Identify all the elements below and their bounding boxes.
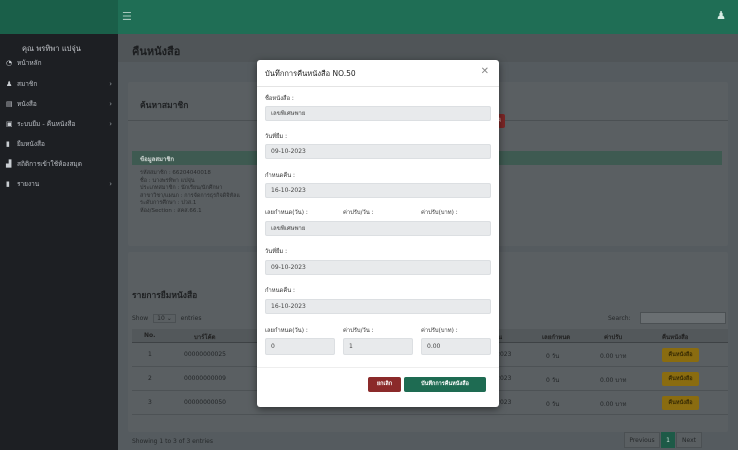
- due-date-field[interactable]: 16-10-2023: [265, 299, 491, 314]
- days-late-label: เลยกำหนด(วัน) :: [265, 210, 308, 216]
- book-name-label: ชื่อหนังสือ :: [265, 96, 294, 102]
- fine-per-day-label: ค่าปรับ/วัน :: [343, 210, 374, 216]
- fine-total-label: ค่าปรับ(บาท) :: [421, 328, 458, 334]
- modal-title: บันทึกการคืนหนังสือ NO.50: [265, 69, 356, 78]
- save-return-button[interactable]: บันทึกการคืนหนังสือ: [404, 377, 486, 392]
- borrow-date-field[interactable]: 09-10-2023: [265, 144, 491, 159]
- cancel-button[interactable]: ยกเลิก: [368, 377, 401, 392]
- due-date-field[interactable]: 16-10-2023: [265, 183, 491, 198]
- fine-total-field[interactable]: 0.00: [421, 338, 491, 355]
- divider: [257, 86, 499, 87]
- due-date-label: กำหนดคืน :: [265, 173, 295, 179]
- fine-per-day-label: ค่าปรับ/วัน :: [343, 328, 374, 334]
- due-date-label: กำหนดคืน :: [265, 288, 295, 294]
- borrow-date-label: วันที่ยืม :: [265, 249, 288, 255]
- fine-total-label: ค่าปรับ(บาท) :: [421, 210, 458, 216]
- borrow-date-field[interactable]: 09-10-2023: [265, 260, 491, 275]
- divider: [257, 367, 499, 368]
- days-late-label: เลยกำหนด(วัน) :: [265, 328, 308, 334]
- borrow-date-label: วันที่ยืม :: [265, 134, 288, 140]
- return-book-modal: บันทึกการคืนหนังสือ NO.50 ✕ ชื่อหนังสือ …: [257, 60, 499, 407]
- days-late-field[interactable]: 0: [265, 338, 335, 355]
- close-icon[interactable]: ✕: [481, 66, 489, 77]
- overdue-summary-field[interactable]: เลขพิเศษพาย: [265, 221, 491, 236]
- book-name-field[interactable]: เลขพิเศษพาย: [265, 106, 491, 121]
- fine-per-day-field[interactable]: 1: [343, 338, 413, 355]
